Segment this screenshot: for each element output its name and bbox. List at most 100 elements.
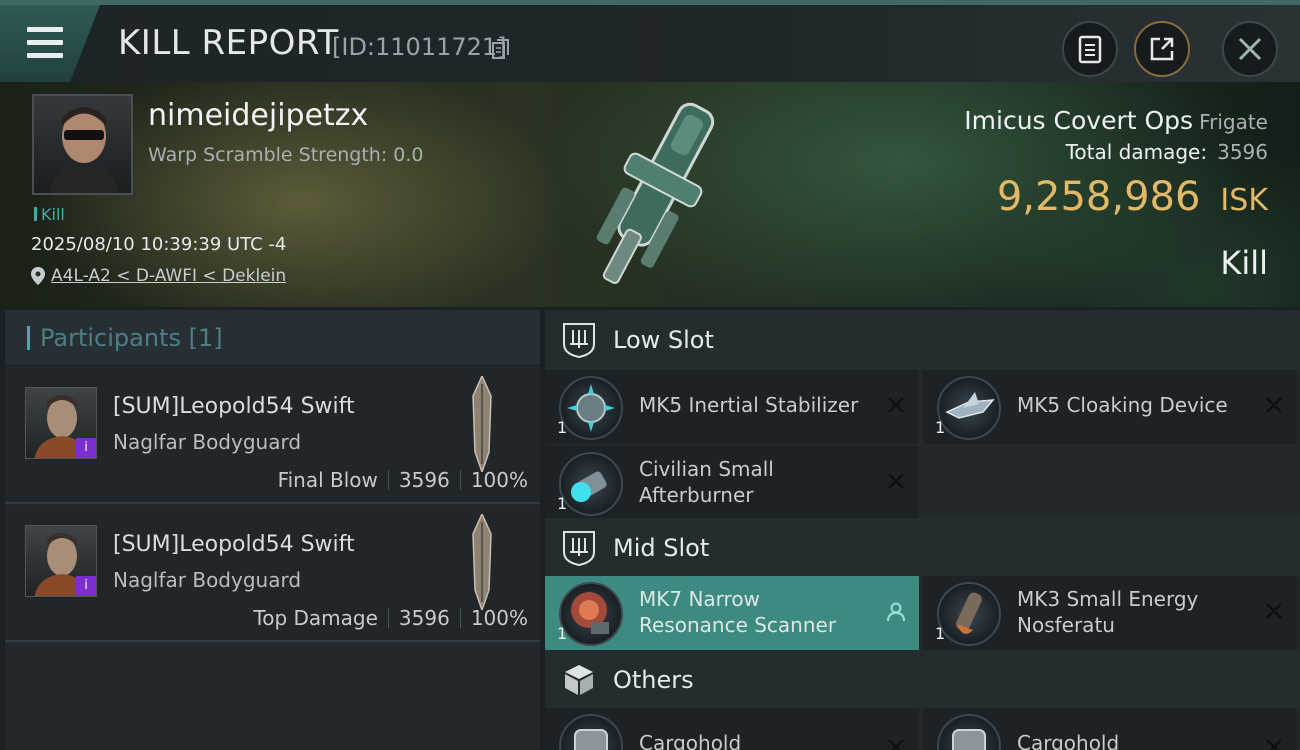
victim-ship-render: [596, 102, 715, 284]
participant-avatar: i: [25, 387, 97, 459]
stat-separator: [387, 608, 389, 628]
remove-icon[interactable]: [1265, 396, 1283, 414]
isk-loss: 9,258,986 ISK: [997, 174, 1268, 220]
module-name: MK5 Cloaking Device: [1017, 393, 1228, 417]
module-item[interactable]: Cargohold: [545, 708, 919, 750]
person-icon[interactable]: [887, 602, 905, 622]
mid-slot-label: Mid Slot: [613, 534, 710, 562]
module-item[interactable]: 1 MK5 Inertial Stabilizer: [545, 370, 919, 444]
participant-avatar: i: [25, 525, 97, 597]
close-button[interactable]: [1222, 21, 1278, 77]
remove-icon[interactable]: [887, 738, 905, 750]
participant-name: [SUM]Leopold54 Swift: [113, 394, 355, 419]
others-header: Others: [545, 650, 1300, 710]
module-icon: [937, 714, 1001, 750]
module-item[interactable]: Cargohold: [923, 708, 1297, 750]
module-name-line: Nosferatu: [1017, 613, 1115, 637]
module-quantity: 1: [935, 418, 946, 437]
participants-header: Participants [1]: [5, 310, 540, 366]
module-icon: [937, 582, 1001, 646]
remove-icon[interactable]: [1265, 602, 1283, 620]
participant-name: [SUM]Leopold54 Swift: [113, 532, 355, 557]
module-icon: [559, 582, 623, 646]
module-name-line: MK3 Small Energy: [1017, 587, 1199, 611]
stat-separator: [459, 470, 461, 490]
module-quantity: 1: [557, 494, 568, 513]
participant-percent: 100%: [470, 468, 528, 492]
participant-ship-render: [472, 514, 492, 610]
module-item[interactable]: 1 MK3 Small Energy Nosferatu: [923, 576, 1297, 650]
menu-icon: [27, 27, 63, 32]
participant-row[interactable]: i [SUM]Leopold54 Swift Naglfar Bodyguard…: [5, 506, 540, 642]
location-text[interactable]: A4L-A2 < D-AWFI < Deklein: [51, 266, 286, 286]
top-bar: KILL REPORT [ID:11011721]: [0, 0, 1300, 82]
module-item[interactable]: 1 MK5 Cloaking Device: [923, 370, 1297, 444]
page-title: KILL REPORT: [118, 23, 339, 63]
participants-accent: [27, 326, 30, 350]
low-slot-header: Low Slot: [545, 310, 1300, 370]
module-quantity: 1: [557, 418, 568, 437]
remove-icon[interactable]: [1265, 738, 1283, 750]
isk-unit: ISK: [1220, 183, 1268, 218]
participant-damage: 3596: [398, 468, 450, 492]
module-icon: [559, 452, 623, 516]
slot-icon: [563, 323, 595, 358]
participant-damage: 3596: [398, 606, 450, 630]
total-damage-value: 3596: [1217, 140, 1268, 164]
total-damage: Total damage: 3596: [1066, 140, 1268, 164]
participant-row[interactable]: i [SUM]Leopold54 Swift Naglfar Bodyguard…: [5, 368, 540, 504]
module-name: MK5 Inertial Stabilizer: [639, 393, 859, 417]
fitting-panel: Low Slot 1 MK5 Inertial Stabilizer 1 MK5…: [545, 310, 1300, 750]
participant-stats: Final Blow 3596 100%: [278, 468, 528, 492]
pin-icon: [31, 267, 45, 285]
slot-icon: [563, 531, 595, 566]
report-id: [ID:11011721]: [332, 33, 507, 61]
participants-count: [1]: [188, 324, 223, 352]
module-name-line: Afterburner: [639, 483, 754, 507]
kill-result: Kill: [1220, 244, 1268, 282]
mid-slot-header: Mid Slot: [545, 518, 1300, 578]
module-name: MK7 Narrow Resonance Scanner: [639, 586, 836, 638]
kill-datetime: 2025/08/10 10:39:39 UTC -4: [31, 234, 287, 255]
participant-badge: i: [76, 576, 96, 596]
kill-tag: Kill: [34, 205, 65, 224]
participants-panel: Participants [1] i [SUM]Leopold54 Swift …: [5, 310, 540, 750]
participant-role: Top Damage: [253, 606, 378, 630]
victim-name[interactable]: nimeidejipetzx: [148, 98, 368, 133]
victim-avatar[interactable]: [32, 94, 133, 195]
isk-value: 9,258,986: [996, 174, 1201, 220]
victim-summary: nimeidejipetzx Warp Scramble Strength: 0…: [0, 82, 1300, 307]
menu-icon-bar: [27, 40, 63, 45]
module-quantity: 1: [557, 624, 568, 643]
participants-title: Participants [1]: [40, 324, 223, 352]
module-item[interactable]: 1 MK7 Narrow Resonance Scanner: [545, 576, 919, 650]
module-name-line: MK7 Narrow: [639, 587, 760, 611]
ship-name: Imicus Covert Ops: [964, 106, 1194, 135]
menu-button[interactable]: [0, 5, 100, 82]
module-name: Cargohold: [1017, 731, 1120, 750]
participant-ship: Naglfar Bodyguard: [113, 430, 302, 454]
participant-ship-render: [472, 376, 492, 472]
module-name-line: Resonance Scanner: [639, 613, 837, 637]
ship-class: Frigate: [1199, 110, 1268, 134]
share-button[interactable]: [1134, 21, 1190, 77]
remove-icon[interactable]: [887, 396, 905, 414]
participant-role: Final Blow: [277, 468, 378, 492]
participants-title-text: Participants: [40, 324, 181, 352]
participant-percent: 100%: [470, 606, 528, 630]
module-item[interactable]: 1 Civilian Small Afterburner: [545, 446, 919, 520]
copy-icon[interactable]: [492, 39, 510, 59]
warp-scramble-strength: Warp Scramble Strength: 0.0: [148, 144, 424, 166]
participant-ship: Naglfar Bodyguard: [113, 568, 302, 592]
module-name: MK3 Small Energy Nosferatu: [1017, 586, 1198, 638]
stat-separator: [387, 470, 389, 490]
module-name: Civilian Small Afterburner: [639, 456, 774, 508]
module-quantity: 1: [935, 624, 946, 643]
remove-icon[interactable]: [887, 472, 905, 490]
module-name-line: Civilian Small: [639, 457, 774, 481]
kill-location[interactable]: A4L-A2 < D-AWFI < Deklein: [31, 266, 286, 286]
clipboard-icon: [1078, 35, 1102, 64]
module-icon: [559, 376, 623, 440]
victim-ship[interactable]: Imicus Covert Ops Frigate: [964, 106, 1268, 135]
clipboard-button[interactable]: [1062, 21, 1118, 77]
